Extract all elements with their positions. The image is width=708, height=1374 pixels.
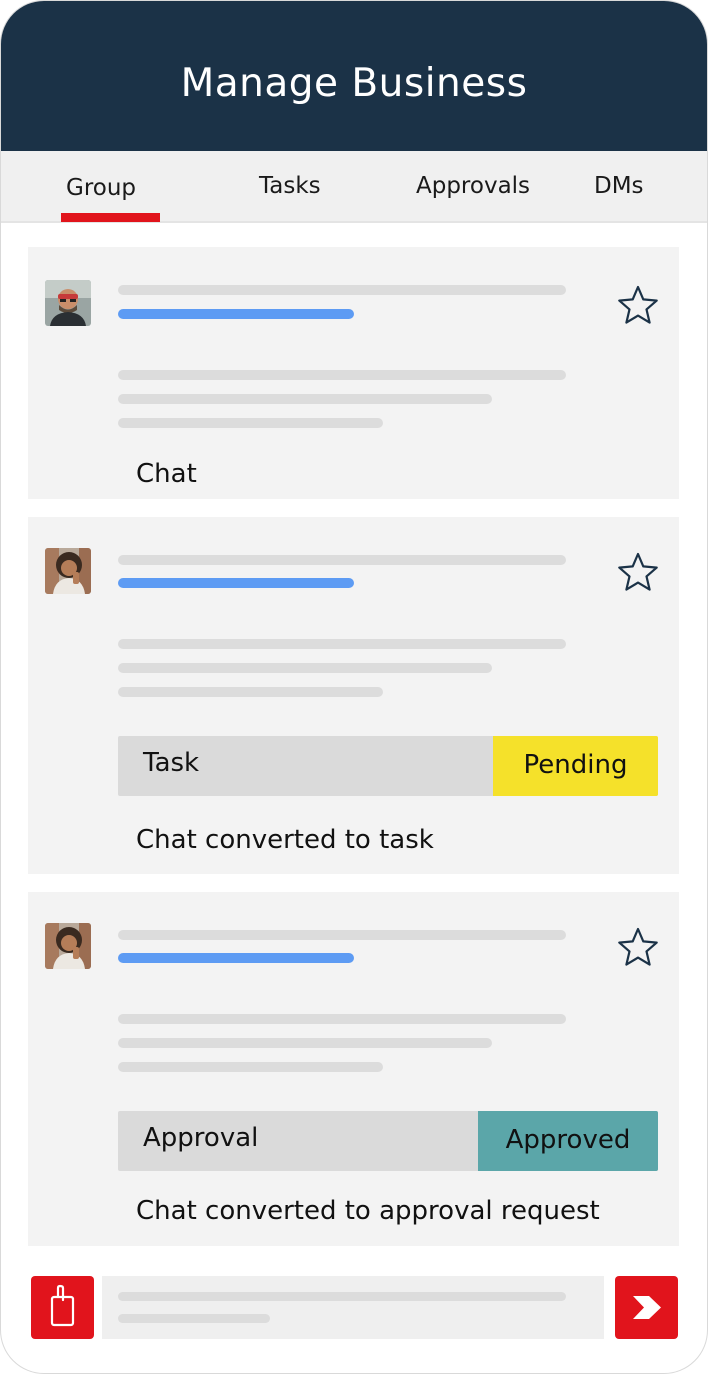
placeholder-line [118, 930, 566, 940]
clipboard-icon [50, 1284, 75, 1327]
placeholder-line [118, 394, 492, 404]
card-caption: Chat converted to task [136, 825, 434, 855]
placeholder-line [118, 1292, 566, 1301]
status-label: Task [143, 748, 200, 778]
send-arrow-icon [633, 1296, 661, 1319]
card-caption: Chat [136, 459, 197, 489]
attach-button[interactable] [31, 1276, 94, 1339]
phone-frame: Manage Business Group Tasks Approvals DM… [0, 0, 708, 1374]
placeholder-line [118, 1014, 566, 1024]
placeholder-line [118, 555, 566, 565]
placeholder-line [118, 418, 383, 428]
message-card[interactable]: Chat [28, 247, 679, 499]
app-header: Manage Business [1, 1, 707, 151]
status-badge-pending: Pending [493, 736, 658, 796]
avatar [45, 280, 91, 326]
placeholder-line [118, 639, 566, 649]
tab-group[interactable]: Group [66, 175, 136, 201]
star-icon[interactable] [615, 925, 661, 971]
placeholder-link-line [118, 953, 354, 963]
card-caption: Chat converted to approval request [136, 1196, 600, 1226]
page-title: Manage Business [180, 61, 528, 106]
star-icon[interactable] [615, 550, 661, 596]
placeholder-line [118, 370, 566, 380]
placeholder-line [118, 285, 566, 295]
composer-bar [1, 1263, 707, 1353]
task-status-row[interactable]: Task Pending [118, 736, 658, 796]
message-card[interactable]: Task Pending Chat converted to task [28, 517, 679, 874]
tab-tasks[interactable]: Tasks [259, 173, 321, 199]
active-tab-indicator [61, 213, 160, 222]
send-button[interactable] [615, 1276, 678, 1339]
message-card[interactable]: Approval Approved Chat converted to appr… [28, 892, 679, 1246]
placeholder-line [118, 687, 383, 697]
placeholder-line [118, 1038, 492, 1048]
placeholder-link-line [118, 309, 354, 319]
avatar [45, 923, 91, 969]
approval-status-row[interactable]: Approval Approved [118, 1111, 658, 1171]
placeholder-line [118, 1062, 383, 1072]
status-badge-approved: Approved [478, 1111, 658, 1171]
tab-dms[interactable]: DMs [594, 173, 644, 199]
placeholder-line [118, 1314, 270, 1323]
status-label: Approval [143, 1123, 259, 1153]
placeholder-link-line [118, 578, 354, 588]
avatar [45, 548, 91, 594]
placeholder-line [118, 663, 492, 673]
message-input[interactable] [102, 1276, 604, 1339]
tab-approvals[interactable]: Approvals [416, 173, 530, 199]
star-icon[interactable] [615, 283, 661, 329]
